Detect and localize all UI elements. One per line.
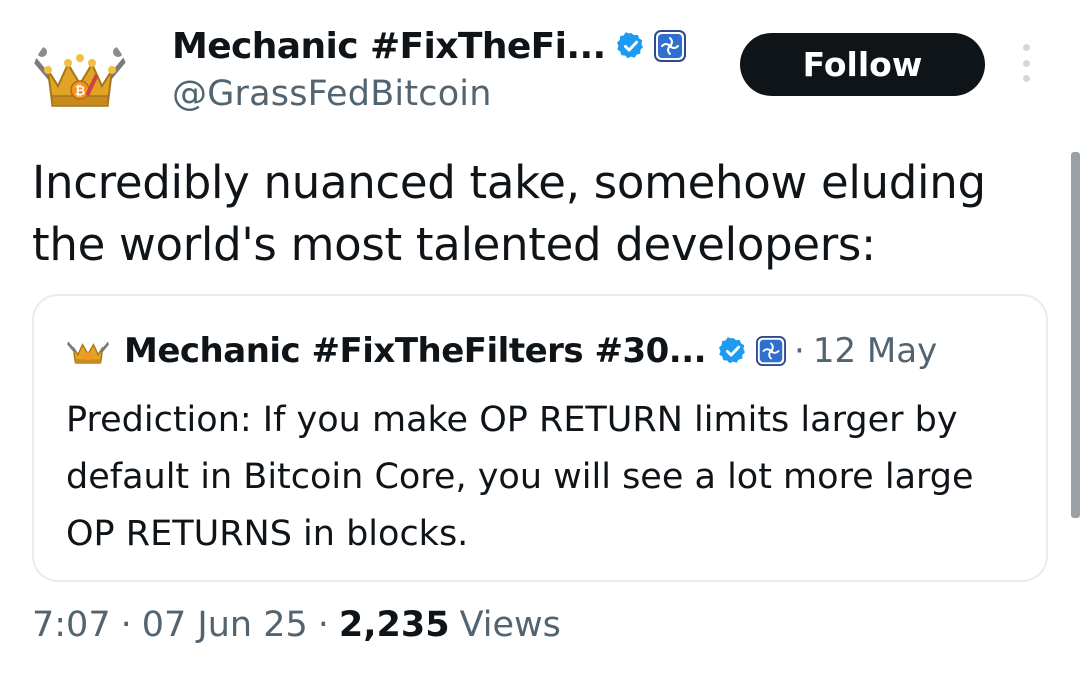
follow-button[interactable]: Follow [740,33,985,96]
more-dot [1022,59,1030,67]
author-avatar[interactable]: ₿ [32,30,128,126]
more-dot [1022,44,1030,51]
tweet-text: Incredibly nuanced take, somehow eluding… [32,156,986,271]
meta-separator: · [317,605,329,645]
meta-separator: · [120,605,132,645]
author-display-name[interactable]: Mechanic #FixTheFi... [172,26,606,67]
views-label: Views [459,605,561,645]
crown-logo-icon: ₿ [32,30,128,126]
quoted-separator: · [794,331,805,371]
affiliate-badge-icon [756,336,787,366]
quoted-tweet-text: Prediction: If you make OP RETURN limits… [66,400,974,554]
tweet-card: ₿ Mechanic #FixTheFi... @GrassFedBitcoin… [0,0,1080,685]
avatar-bitcoin-symbol: ₿ [75,84,86,99]
affiliate-badge-icon[interactable] [653,30,686,62]
quoted-date[interactable]: 12 May [813,331,937,371]
verified-badge-icon[interactable] [616,31,646,61]
author-name-row: Mechanic #FixTheFi... [172,24,686,68]
more-options-icon[interactable] [1016,44,1036,82]
quoted-tweet-header: Mechanic #FixTheFilters #30... · 12 May [66,328,937,374]
tweet-meta: 7:07 · 07 Jun 25 · 2,235 Views [32,605,561,645]
author-handle[interactable]: @GrassFedBitcoin [172,74,492,114]
quoted-author-name: Mechanic #FixTheFilters #30... [124,331,707,371]
tweet-date[interactable]: 07 Jun 25 [142,605,308,645]
verified-badge-icon [719,337,746,364]
more-dot [1022,75,1030,82]
tweet-time[interactable]: 7:07 [32,605,111,645]
quoted-author-avatar [66,329,110,373]
crown-logo-icon [66,329,110,373]
quoted-tweet[interactable]: Mechanic #FixTheFilters #30... · 12 May … [32,294,1048,582]
views-count: 2,235 [338,605,450,645]
scrollbar[interactable] [1071,152,1080,518]
